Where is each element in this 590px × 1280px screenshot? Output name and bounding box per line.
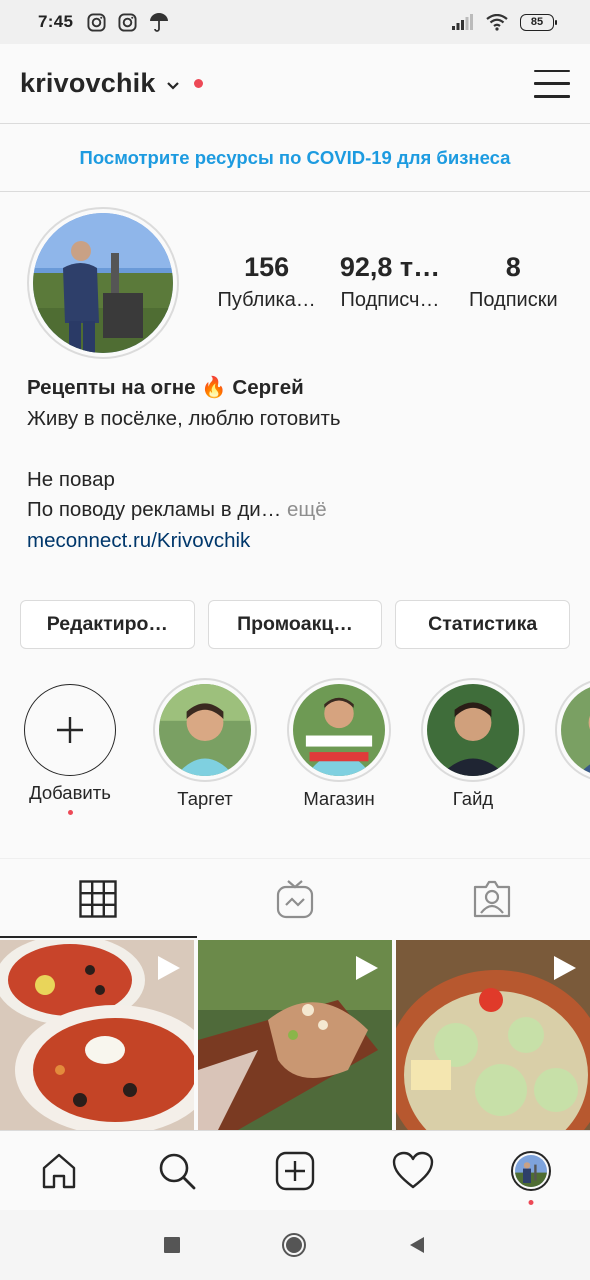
umbrella-icon — [150, 13, 169, 32]
highlight-item[interactable]: Таргет — [150, 678, 260, 810]
highlight-cover[interactable] — [287, 678, 391, 782]
covid-banner[interactable]: Посмотрите ресурсы по COVID-19 для бизне… — [0, 124, 590, 192]
profile-name: Рецепты на огне 🔥 Сергей — [27, 376, 304, 399]
nav-activity[interactable] — [354, 1151, 472, 1191]
bio-line: По поводу рекламы в ди… — [27, 498, 282, 521]
covid-banner-text[interactable]: Посмотрите ресурсы по COVID-19 для бизне… — [80, 147, 511, 169]
menu-line — [534, 69, 570, 72]
grid-icon — [79, 879, 118, 918]
nav-search[interactable] — [118, 1151, 236, 1191]
video-play-icon — [554, 956, 576, 980]
nav-home[interactable] — [0, 1151, 118, 1191]
status-bar: 7:45 85 — [0, 0, 590, 44]
highlight-label: Магазин — [303, 788, 375, 809]
tagged-icon — [473, 880, 510, 917]
highlight-item[interactable]: Магазин — [284, 678, 394, 810]
search-icon — [159, 1153, 196, 1189]
followers-label: Подписч… — [340, 289, 440, 311]
plus-icon — [57, 717, 83, 743]
highlight-add[interactable]: Добавить — [15, 678, 125, 815]
battery-level: 85 — [530, 16, 544, 28]
wifi-icon — [486, 13, 508, 31]
posts-grid — [0, 940, 590, 1130]
chevron-down-icon[interactable] — [166, 81, 180, 91]
tab-posts-grid[interactable] — [0, 859, 197, 938]
home-icon — [42, 1153, 76, 1188]
instagram-icon — [87, 12, 106, 32]
highlight-label: Гайд — [452, 788, 494, 809]
highlight-label: Та — [552, 788, 590, 810]
highlight-label: Добавить — [29, 782, 111, 803]
menu-button[interactable] — [534, 68, 570, 100]
home-circle-icon[interactable] — [281, 1232, 307, 1258]
highlight-label: Таргет — [177, 788, 233, 809]
notification-dot — [528, 1199, 534, 1205]
video-play-icon — [356, 956, 378, 980]
followers-count: 92,8 т… — [339, 252, 441, 282]
highlight-cover[interactable] — [153, 678, 257, 782]
igtv-icon — [276, 879, 314, 918]
post-thumbnail[interactable] — [0, 940, 194, 1130]
post-thumbnail[interactable] — [396, 940, 590, 1130]
website-link[interactable]: meconnect.ru/Krivovchik — [27, 526, 567, 557]
edit-profile-button[interactable]: Редактиро… — [20, 600, 195, 649]
profile-header: krivovchik — [0, 44, 590, 124]
bio-line: Не повар — [27, 467, 115, 491]
status-time: 7:45 — [38, 12, 74, 31]
recents-icon[interactable] — [163, 1236, 181, 1254]
notification-icons — [87, 12, 169, 32]
instagram-icon — [118, 12, 137, 32]
bio-spacer — [27, 434, 567, 465]
profile-bio: Рецепты на огне 🔥 Сергей Живу в посёлке,… — [27, 373, 567, 556]
highlight-cover[interactable] — [421, 678, 525, 782]
profile-avatar-ring[interactable] — [27, 207, 179, 359]
menu-line — [534, 95, 570, 98]
profile-avatar[interactable] — [511, 1150, 551, 1191]
nav-profile[interactable] — [472, 1150, 590, 1205]
post-thumbnail[interactable] — [198, 940, 392, 1130]
insights-button[interactable]: Статистика — [395, 600, 571, 649]
posts-stat[interactable]: 156 Публика… — [205, 252, 328, 312]
system-navigation — [0, 1210, 590, 1280]
username-switcher[interactable]: krivovchik — [20, 68, 156, 99]
tab-igtv[interactable] — [197, 859, 394, 938]
following-stat[interactable]: 8 Подписки — [452, 252, 575, 312]
promotions-button[interactable]: Промоакц… — [207, 600, 383, 649]
notification-dot — [67, 810, 73, 815]
more-link[interactable]: ещё — [281, 498, 327, 521]
signal-icon — [452, 14, 473, 30]
add-post-icon — [275, 1151, 315, 1190]
back-icon[interactable] — [407, 1235, 427, 1255]
highlight-cover[interactable] — [555, 678, 590, 782]
profile-avatar[interactable] — [33, 213, 173, 353]
posts-count: 156 — [244, 252, 290, 282]
followers-stat[interactable]: 92,8 т… Подписч… — [328, 252, 451, 312]
following-label: Подписки — [468, 289, 558, 311]
add-highlight-button[interactable] — [24, 684, 116, 776]
tab-tagged[interactable] — [393, 859, 590, 938]
nav-new-post[interactable] — [236, 1151, 354, 1191]
profile-tabs — [0, 858, 590, 938]
posts-label: Публика… — [217, 289, 316, 311]
bottom-navigation — [0, 1130, 590, 1210]
bio-line-truncated: По поводу рекламы в ди… ещё — [27, 495, 567, 526]
battery-indicator: 85 — [520, 13, 557, 31]
menu-line — [534, 82, 570, 85]
following-count: 8 — [505, 252, 521, 282]
profile-stats: 156 Публика… 92,8 т… Подписч… 8 Подписки — [205, 252, 575, 312]
profile-actions: Редактиро… Промоакц… Статистика — [20, 600, 571, 649]
story-highlights: Добавить Таргет Магазин Гайд — [0, 678, 590, 828]
status-right: 85 — [452, 13, 557, 31]
highlight-item[interactable]: Гайд — [418, 678, 528, 810]
highlight-item[interactable]: Та — [552, 678, 590, 810]
bio-line: Живу в посёлке, люблю готовить — [27, 406, 341, 430]
heart-icon — [392, 1151, 434, 1188]
notification-dot — [193, 79, 203, 88]
video-play-icon — [158, 956, 180, 980]
